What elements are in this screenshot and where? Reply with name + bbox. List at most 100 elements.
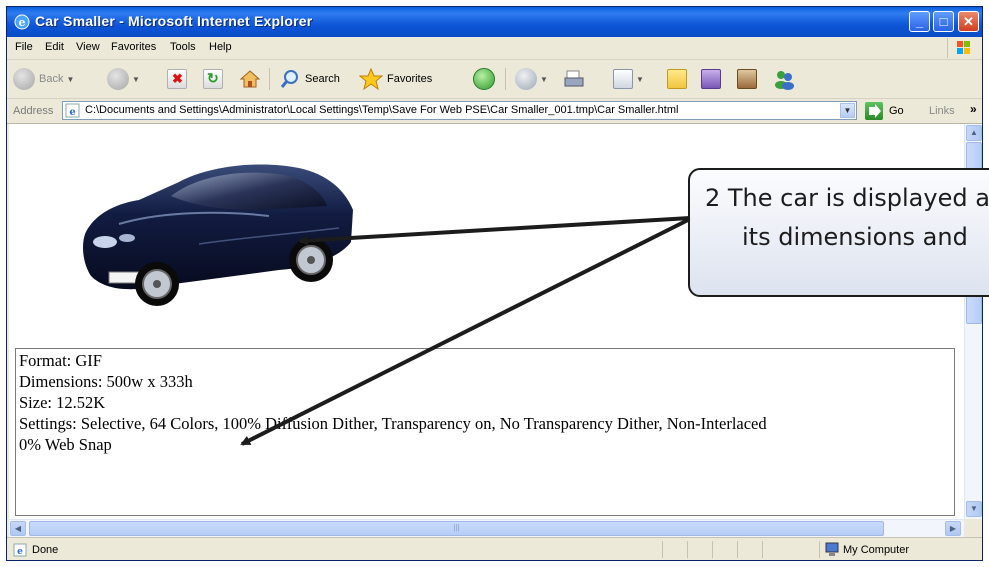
messenger-button[interactable] xyxy=(773,68,797,90)
windows-logo-icon xyxy=(947,38,978,58)
chevron-down-icon: ▼ xyxy=(132,74,140,84)
search-label: Search xyxy=(305,73,340,85)
close-icon: ✕ xyxy=(963,14,974,29)
favorites-label: Favorites xyxy=(387,73,433,85)
refresh-icon: ↻ xyxy=(203,69,223,89)
home-button[interactable] xyxy=(239,68,261,90)
toolbar-separator xyxy=(269,68,270,90)
maximize-button[interactable]: □ xyxy=(933,11,954,32)
status-divider xyxy=(712,541,713,558)
address-label: Address xyxy=(13,105,54,117)
back-arrow-icon xyxy=(13,68,35,90)
chevron-down-icon: ▼ xyxy=(540,74,548,84)
horizontal-scroll-thumb[interactable]: ||| xyxy=(29,521,884,536)
go-button[interactable]: Go xyxy=(889,105,904,117)
chevron-down-icon: ▼ xyxy=(66,74,75,84)
search-icon xyxy=(280,70,298,88)
scroll-left-button[interactable]: ◀ xyxy=(10,521,26,536)
scroll-down-button[interactable]: ▼ xyxy=(966,501,982,517)
history-icon xyxy=(473,68,495,90)
status-divider xyxy=(819,541,820,558)
menu-view[interactable]: View xyxy=(76,41,100,53)
menu-tools[interactable]: Tools xyxy=(170,41,196,53)
scroll-up-button[interactable]: ▲ xyxy=(966,125,982,141)
address-dropdown-button[interactable]: ▼ xyxy=(840,103,855,118)
svg-text:e: e xyxy=(17,547,23,557)
info-size: Size: 12.52K xyxy=(19,393,106,412)
menu-help[interactable]: Help xyxy=(209,41,232,53)
title-bar[interactable]: e Car Smaller - Microsoft Internet Explo… xyxy=(7,7,982,37)
chevron-left-icon: ◀ xyxy=(14,524,22,533)
history-button[interactable] xyxy=(473,68,495,90)
status-bar: e Done My Computer xyxy=(7,537,982,560)
stop-icon: ✖ xyxy=(167,69,187,89)
address-value: C:\Documents and Settings\Administrator\… xyxy=(85,104,679,116)
chevron-down-icon: ▼ xyxy=(843,106,852,115)
minimize-button[interactable]: _ xyxy=(909,11,930,32)
status-divider xyxy=(762,541,763,558)
favorites-button[interactable]: Favorites xyxy=(359,68,432,90)
info-dimensions: Dimensions: 500w x 333h xyxy=(19,372,193,391)
chevron-down-icon: ▼ xyxy=(970,504,978,513)
ie-icon: e xyxy=(14,14,30,30)
toolbar: Back ▼ ▼ ✖ ↻ Search Favorites ▼ ▼ xyxy=(7,60,982,99)
status-divider xyxy=(662,541,663,558)
svg-text:e: e xyxy=(69,107,75,118)
links-more-icon[interactable]: » xyxy=(970,102,977,116)
toolbar-separator xyxy=(505,68,506,90)
menu-edit[interactable]: Edit xyxy=(45,41,64,53)
go-arrow-icon[interactable] xyxy=(865,102,883,120)
forward-arrow-icon xyxy=(107,68,129,90)
address-bar: Address e C:\Documents and Settings\Admi… xyxy=(7,99,982,124)
research-button[interactable] xyxy=(701,68,721,90)
home-icon xyxy=(239,70,261,88)
back-button[interactable]: Back ▼ xyxy=(13,68,74,90)
print-button[interactable] xyxy=(563,68,585,90)
messenger-icon xyxy=(775,71,794,90)
forward-button[interactable]: ▼ xyxy=(107,68,140,90)
callout-line-2: its dimensions and xyxy=(742,223,968,251)
page-done-icon: e xyxy=(13,543,27,557)
refresh-button[interactable]: ↻ xyxy=(203,68,223,90)
car-image xyxy=(83,164,353,306)
status-text: Done xyxy=(32,544,59,556)
mail-button[interactable]: ▼ xyxy=(515,68,548,90)
horizontal-scrollbar[interactable]: ◀ ||| ▶ xyxy=(9,519,964,537)
callout-box: 2 The car is displayed at its dimensions… xyxy=(688,168,989,297)
security-zone-text: My Computer xyxy=(843,544,910,556)
links-label[interactable]: Links xyxy=(929,105,955,117)
research-icon xyxy=(701,69,721,89)
media-button[interactable] xyxy=(737,68,757,90)
minimize-icon: _ xyxy=(915,14,924,29)
back-label: Back xyxy=(39,73,64,85)
page-icon: e xyxy=(65,103,80,118)
edit-icon xyxy=(613,69,633,89)
window-title: Car Smaller - Microsoft Internet Explore… xyxy=(35,13,313,29)
callout-line-1: 2 The car is displayed at xyxy=(705,184,989,212)
scrollbar-corner xyxy=(964,519,982,536)
search-button[interactable]: Search xyxy=(279,68,340,90)
mail-icon xyxy=(515,68,537,90)
scroll-right-button[interactable]: ▶ xyxy=(945,521,961,536)
media-icon xyxy=(737,69,757,89)
image-info-panel: Format: GIF Dimensions: 500w x 333h Size… xyxy=(15,348,955,516)
edit-button[interactable]: ▼ xyxy=(613,68,644,90)
info-web-snap: 0% Web Snap xyxy=(19,435,112,454)
svg-text:e: e xyxy=(19,16,26,29)
print-icon xyxy=(564,70,584,87)
info-settings: Settings: Selective, 64 Colors, 100% Dif… xyxy=(19,414,767,433)
menu-file[interactable]: File xyxy=(15,41,33,53)
computer-icon xyxy=(825,542,839,556)
chevron-down-icon: ▼ xyxy=(636,74,644,84)
menu-favorites[interactable]: Favorites xyxy=(111,41,156,53)
favorites-star-icon xyxy=(359,68,383,90)
status-divider xyxy=(737,541,738,558)
menu-bar: File Edit View Favorites Tools Help xyxy=(7,37,982,60)
close-button[interactable]: ✕ xyxy=(958,11,979,32)
address-input[interactable]: e C:\Documents and Settings\Administrato… xyxy=(62,101,857,120)
chevron-up-icon: ▲ xyxy=(970,128,978,137)
stop-button[interactable]: ✖ xyxy=(167,68,187,90)
folder-button[interactable] xyxy=(667,68,687,90)
info-format: Format: GIF xyxy=(19,351,102,370)
folder-icon xyxy=(667,69,687,89)
